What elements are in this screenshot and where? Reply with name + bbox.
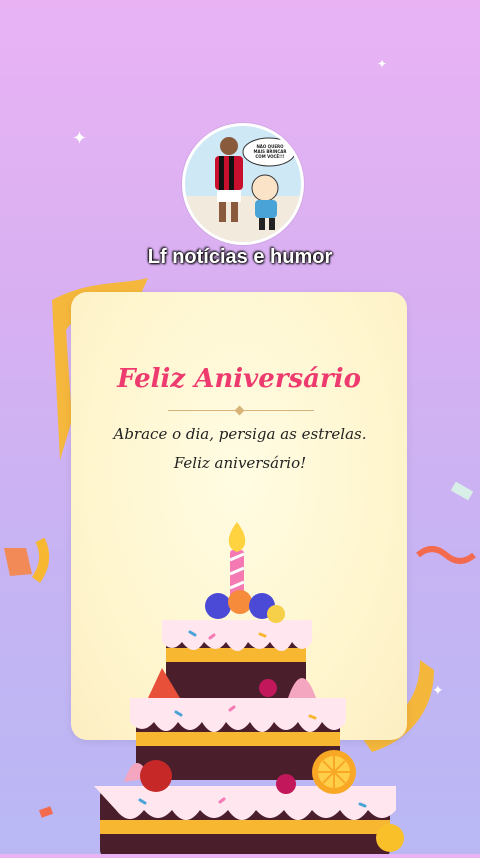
channel-name[interactable]: Lf notícias e humor bbox=[0, 246, 480, 269]
birthday-cake-illustration bbox=[80, 520, 410, 858]
cake-icon bbox=[94, 522, 404, 858]
speech-bubble-text: NÃO QUERO MAIS BRINCAR COM VOCÊ!!! bbox=[253, 144, 287, 159]
card-message: Abrace o dia, persiga as estrelas. Feliz… bbox=[113, 425, 367, 472]
divider-ornament bbox=[234, 405, 245, 416]
channel-avatar[interactable]: NÃO QUERO MAIS BRINCAR COM VOCÊ!!! bbox=[182, 123, 304, 245]
card-title: Feliz Aniversário bbox=[117, 364, 361, 394]
